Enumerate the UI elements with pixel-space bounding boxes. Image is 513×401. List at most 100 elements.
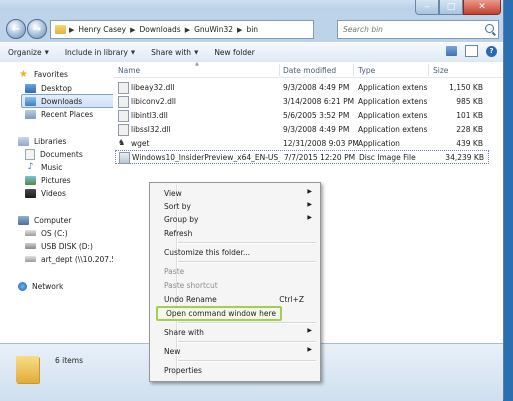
menu-item-open-command-window[interactable]: Open command window here <box>156 306 282 321</box>
nav-art-dept[interactable]: art_dept (\\10.207.52 <box>25 253 121 265</box>
nav-downloads[interactable]: Downloads <box>21 94 120 108</box>
file-row[interactable]: libintl3.dll 5/6/2005 3:52 PM Applicatio… <box>115 109 487 122</box>
menu-label: Customize this folder... <box>164 248 251 257</box>
file-size: 34,239 KB <box>445 153 484 162</box>
file-type: Application extens... <box>358 125 428 134</box>
maximize-button[interactable]: □ <box>439 0 463 15</box>
address-bar[interactable]: ▶ Henry Casey ▶ Downloads ▶ GnuWin32 ▶ b… <box>50 20 360 39</box>
menu-label: Share with <box>164 328 204 337</box>
menu-item-view[interactable]: View ▶ <box>152 187 318 200</box>
minimize-button[interactable]: ‒ <box>415 0 439 15</box>
breadcrumb-henry-casey[interactable]: Henry Casey <box>74 25 130 34</box>
change-view-icon[interactable] <box>446 46 457 56</box>
menu-item-refresh[interactable]: Refresh <box>152 227 318 240</box>
nav-usb-disk[interactable]: USB DISK (D:) <box>25 240 93 252</box>
column-divider[interactable] <box>353 64 354 76</box>
nav-network[interactable]: Network <box>18 280 63 292</box>
nav-desktop[interactable]: Desktop <box>25 82 72 94</box>
menu-label: Paste <box>164 267 185 276</box>
file-name: libeay32.dll <box>131 83 175 92</box>
libraries-icon <box>18 136 29 146</box>
menu-separator <box>178 341 316 343</box>
menu-item-paste: Paste <box>152 265 318 278</box>
forward-arrow-icon: → <box>32 23 42 35</box>
nav-recent-places[interactable]: Recent Places <box>25 108 93 120</box>
sort-arrow-icon: ▲ <box>195 61 199 67</box>
column-type[interactable]: Type <box>358 66 375 75</box>
menu-label: Group by <box>164 215 199 224</box>
file-row[interactable]: libssl32.dll 9/3/2008 4:49 PM Applicatio… <box>115 123 487 136</box>
column-divider[interactable] <box>279 64 280 76</box>
nav-computer[interactable]: Computer <box>18 214 71 226</box>
submenu-arrow-icon: ▶ <box>307 327 312 334</box>
file-date: 5/6/2005 3:52 PM <box>283 111 350 120</box>
menu-separator <box>178 261 316 263</box>
videos-icon <box>25 188 36 198</box>
breadcrumb-gnuwin32[interactable]: GnuWin32 <box>190 25 237 34</box>
breadcrumb-bin[interactable]: bin <box>242 25 262 34</box>
search-input[interactable] <box>338 24 485 35</box>
file-row-selected[interactable]: Windows10_InsiderPreview_x64_EN-US_1... … <box>115 150 489 164</box>
submenu-arrow-icon: ▶ <box>307 214 312 221</box>
file-name: wget <box>131 139 150 148</box>
share-with-button[interactable]: Share with ▼ <box>143 43 206 62</box>
nav-os-c[interactable]: OS (C:) <box>25 227 68 239</box>
column-size[interactable]: Size <box>433 66 448 75</box>
include-in-library-button[interactable]: Include in library ▼ <box>57 43 143 62</box>
disc-image-icon <box>119 152 130 164</box>
network-icon <box>18 281 27 291</box>
file-type: Application extens... <box>358 111 428 120</box>
forward-button[interactable]: → <box>27 19 47 39</box>
new-folder-button[interactable]: New folder <box>206 43 263 62</box>
nav-documents[interactable]: Documents <box>25 148 83 160</box>
nav-label: Downloads <box>41 96 83 106</box>
submenu-arrow-icon: ▶ <box>307 188 312 195</box>
menu-item-group-by[interactable]: Group by ▶ <box>152 213 318 226</box>
file-name: libintl3.dll <box>131 111 168 120</box>
column-date-modified[interactable]: Date modified <box>283 66 336 75</box>
dropdown-arrow-icon: ▼ <box>44 49 49 56</box>
file-row[interactable]: libiconv2.dll 3/14/2008 6:21 PM Applicat… <box>115 95 487 108</box>
music-icon: ♪ <box>27 161 34 172</box>
nav-pictures[interactable]: Pictures <box>25 174 71 186</box>
menu-item-new[interactable]: New ▶ <box>152 345 318 358</box>
share-label: Share with <box>151 48 192 57</box>
menu-item-share-with[interactable]: Share with ▶ <box>152 326 318 339</box>
desktop-icon <box>25 83 36 93</box>
dll-file-icon <box>118 96 129 108</box>
menu-separator <box>178 322 316 324</box>
column-name[interactable]: Name <box>118 66 140 75</box>
search-icon[interactable] <box>485 24 494 33</box>
file-type: Disc Image File <box>359 153 416 162</box>
recent-places-icon <box>25 109 36 119</box>
close-button[interactable]: ✕ <box>463 0 501 15</box>
nav-videos[interactable]: Videos <box>25 187 66 199</box>
dll-file-icon <box>118 124 129 136</box>
file-row[interactable]: libeay32.dll 9/3/2008 4:49 PM Applicatio… <box>115 81 487 94</box>
nav-label: Videos <box>41 188 66 198</box>
nav-music[interactable]: ♪ Music <box>25 161 63 173</box>
menu-separator <box>178 242 316 244</box>
organize-button[interactable]: Organize ▼ <box>0 43 57 62</box>
menu-item-properties[interactable]: Properties <box>152 364 318 377</box>
column-divider[interactable] <box>428 64 429 76</box>
help-icon[interactable]: ? <box>486 45 497 57</box>
nav-label: Pictures <box>41 175 71 185</box>
address-row: ← → ▶ Henry Casey ▶ Downloads ▶ GnuWin32… <box>0 14 503 42</box>
organize-label: Organize <box>8 48 42 57</box>
file-row[interactable]: ♞ wget 12/31/2008 9:03 PM Application 43… <box>115 137 487 149</box>
pictures-icon <box>25 175 36 185</box>
breadcrumb-downloads[interactable]: Downloads <box>136 25 185 34</box>
menu-item-customize-folder[interactable]: Customize this folder... <box>152 246 318 259</box>
nav-favorites[interactable]: ★ Favorites <box>18 68 68 80</box>
menu-item-undo-rename[interactable]: Undo Rename Ctrl+Z <box>152 293 318 306</box>
back-button[interactable]: ← <box>6 19 26 39</box>
nav-label: Documents <box>40 149 83 159</box>
nav-libraries[interactable]: Libraries <box>18 135 66 147</box>
preview-pane-icon[interactable] <box>465 45 478 57</box>
folder-icon <box>55 25 66 34</box>
downloads-icon <box>25 96 36 106</box>
file-size: 439 KB <box>456 139 483 148</box>
menu-item-sort-by[interactable]: Sort by ▶ <box>152 200 318 213</box>
column-header: ▲ Name Date modified Type Size <box>113 61 503 78</box>
